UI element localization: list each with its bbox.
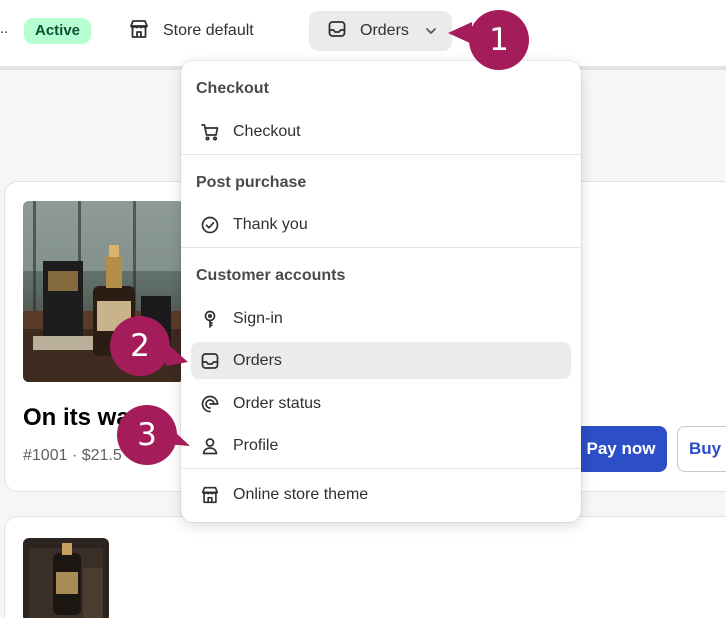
callout-2: 2 — [110, 316, 170, 376]
menu-item-order-status[interactable]: Order status — [191, 385, 571, 422]
cart-icon — [200, 122, 220, 142]
inbox-icon — [200, 351, 220, 371]
store-default-button[interactable]: Store default — [128, 14, 254, 48]
divider — [181, 468, 581, 469]
status-badge: Active — [24, 18, 92, 44]
callout-3: 3 — [117, 405, 177, 465]
store-icon — [200, 485, 220, 505]
menu-item-sign-in[interactable]: Sign-in — [191, 300, 571, 337]
product-image-2 — [23, 538, 109, 618]
order-card-2 — [4, 516, 726, 618]
menu-item-checkout[interactable]: Checkout — [191, 113, 571, 150]
divider — [181, 247, 581, 248]
section-heading-customer-accounts: Customer accounts — [196, 267, 346, 284]
menu-item-label: Checkout — [233, 122, 301, 140]
buy-again-button[interactable]: Buy — [677, 426, 726, 472]
order-meta: #1001 · $21.5 — [23, 447, 122, 464]
menu-item-label: Profile — [233, 436, 279, 454]
section-heading-checkout: Checkout — [196, 80, 269, 97]
callout-1: 1 — [469, 10, 529, 70]
menu-item-label: Orders — [233, 351, 282, 369]
page-selector-label: Orders — [360, 22, 409, 39]
divider — [181, 154, 581, 155]
menu-item-profile[interactable]: Profile — [191, 427, 571, 464]
person-icon — [200, 436, 220, 456]
page-selector-dropdown[interactable]: Orders — [309, 11, 452, 51]
order-status-title: On its wa — [23, 404, 130, 431]
menu-item-online-store-theme[interactable]: Online store theme — [191, 476, 571, 513]
menu-item-orders[interactable]: Orders — [191, 342, 571, 379]
menu-item-label: Sign-in — [233, 309, 283, 327]
order-status-icon — [200, 394, 220, 414]
top-bar: .. Active Store default Orders — [0, 0, 726, 66]
truncated-title: .. — [0, 20, 9, 37]
menu-item-label: Online store theme — [233, 485, 369, 503]
chevron-down-icon — [424, 24, 438, 43]
store-default-label: Store default — [163, 22, 254, 39]
pay-now-button[interactable]: Pay now — [575, 426, 667, 472]
menu-item-label: Order status — [233, 394, 322, 412]
section-heading-post-purchase: Post purchase — [196, 174, 307, 191]
page-selector-menu: Checkout Checkout Post purchase Thank yo… — [181, 61, 581, 522]
menu-item-thank-you[interactable]: Thank you — [191, 206, 571, 243]
check-circle-icon — [200, 215, 220, 235]
key-icon — [200, 309, 220, 329]
menu-item-label: Thank you — [233, 215, 308, 233]
store-icon — [128, 18, 150, 45]
inbox-icon — [327, 19, 347, 44]
